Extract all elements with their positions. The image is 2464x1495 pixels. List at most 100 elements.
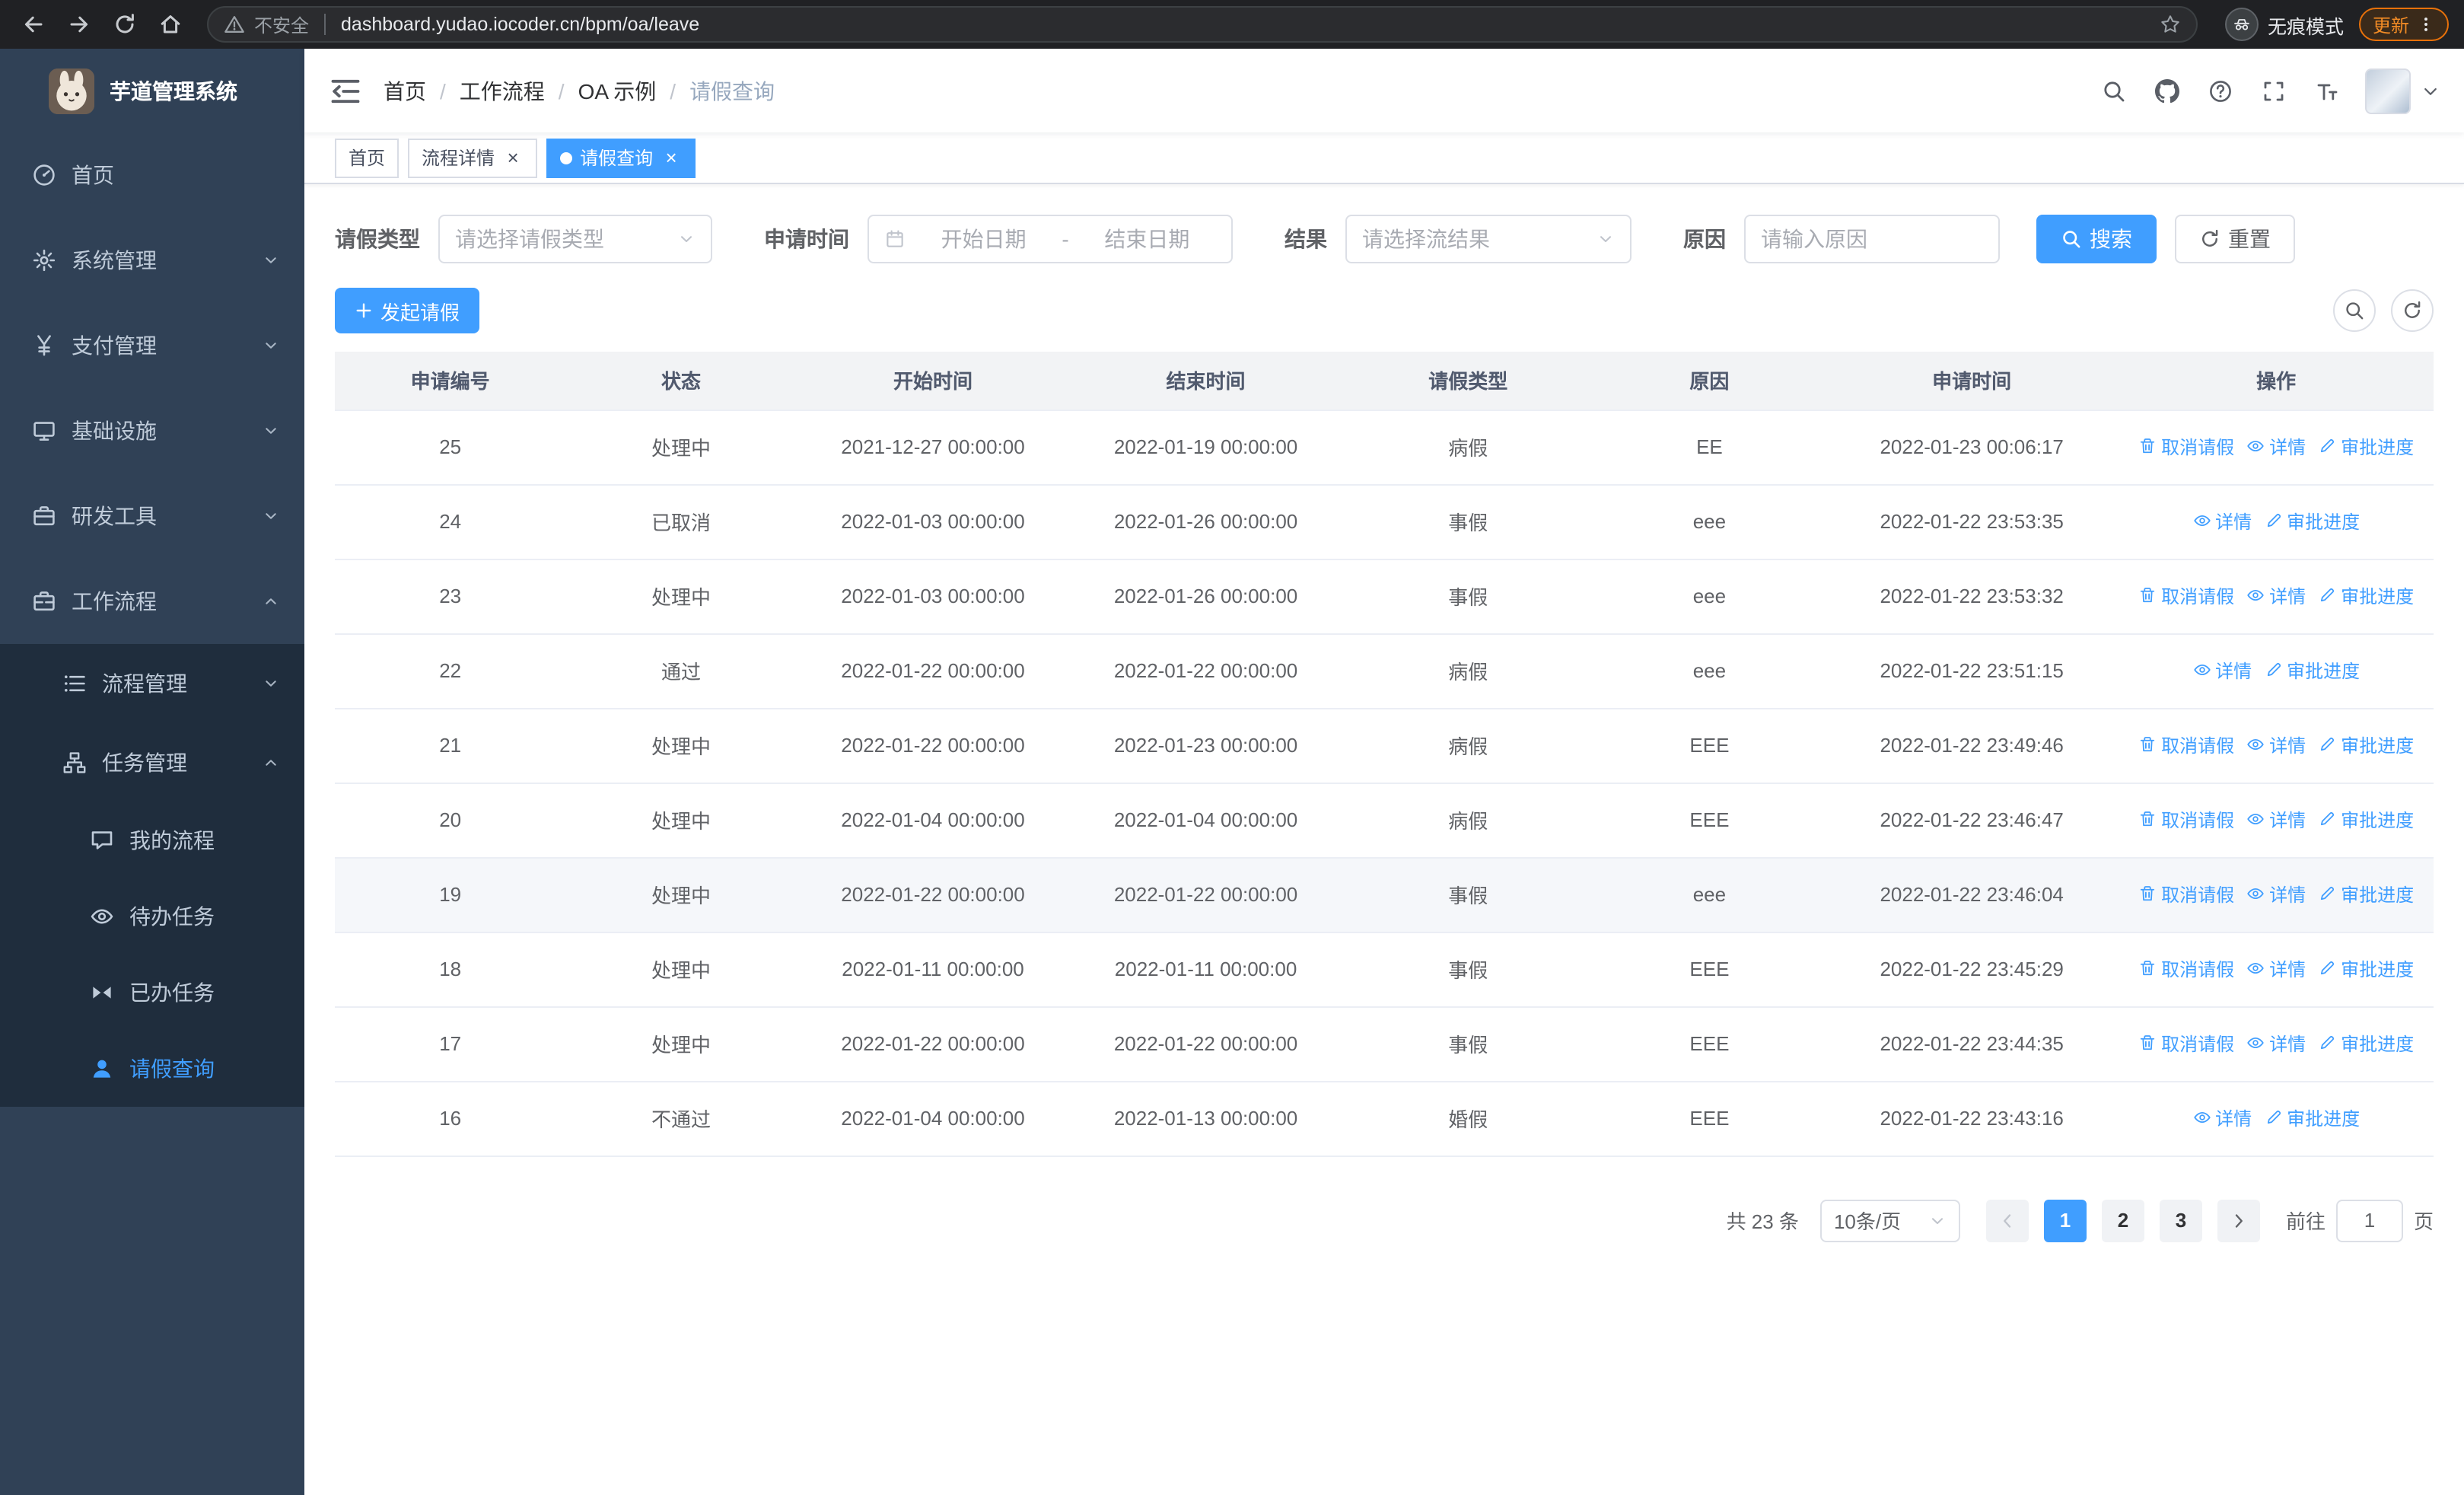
row-action-detail[interactable]: 详情 xyxy=(2192,508,2252,534)
page-button-1[interactable]: 1 xyxy=(2043,1199,2087,1242)
row-action-detail[interactable]: 详情 xyxy=(2192,1105,2252,1131)
bookmark-star-icon[interactable] xyxy=(2160,14,2181,35)
row-action-progress[interactable]: 审批进度 xyxy=(2318,807,2414,833)
search-button[interactable]: 搜索 xyxy=(2036,215,2157,263)
end-date-input[interactable]: 结束日期 xyxy=(1078,224,1216,254)
reset-button[interactable]: 重置 xyxy=(2175,215,2295,263)
row-action-detail[interactable]: 详情 xyxy=(2192,658,2252,684)
row-action-progress[interactable]: 审批进度 xyxy=(2318,881,2414,907)
row-action-detail[interactable]: 详情 xyxy=(2246,1031,2306,1057)
tab-leave-query[interactable]: 请假查询 × xyxy=(546,138,696,177)
help-icon[interactable] xyxy=(2205,76,2234,105)
row-action-detail[interactable]: 详情 xyxy=(2246,434,2306,460)
browser-home-button[interactable] xyxy=(149,3,192,46)
sidebar-item-process-management[interactable]: 流程管理 xyxy=(0,644,304,723)
cell-start-time: 2022-01-03 00:00:00 xyxy=(796,484,1070,559)
user-menu[interactable] xyxy=(2365,68,2440,113)
row-action-cancel[interactable]: 取消请假 xyxy=(2138,807,2234,833)
github-icon[interactable] xyxy=(2152,76,2181,105)
row-action-cancel[interactable]: 取消请假 xyxy=(2138,732,2234,758)
row-action-detail[interactable]: 详情 xyxy=(2246,807,2306,833)
table-row: 25 处理中 2021-12-27 00:00:00 2022-01-19 00… xyxy=(335,410,2434,485)
close-icon[interactable]: × xyxy=(502,147,524,168)
row-action-progress[interactable]: 审批进度 xyxy=(2318,434,2414,460)
sidebar-item-system[interactable]: 系统管理 xyxy=(0,218,304,303)
browser-reload-button[interactable] xyxy=(103,3,146,46)
page-size-select[interactable]: 10条/页 xyxy=(1819,1199,1960,1242)
toggle-search-button[interactable] xyxy=(2333,289,2376,332)
font-size-icon[interactable] xyxy=(2312,76,2341,105)
sidebar-item-todo-task[interactable]: 待办任务 xyxy=(0,878,304,955)
row-action-detail[interactable]: 详情 xyxy=(2246,583,2306,609)
row-action-detail[interactable]: 详情 xyxy=(2246,881,2306,907)
browser-forward-button[interactable] xyxy=(58,3,100,46)
leave-table: 申请编号 状态 开始时间 结束时间 请假类型 原因 申请时间 操作 25 处理中… xyxy=(335,352,2434,1156)
sidebar-item-my-process[interactable]: 我的流程 xyxy=(0,802,304,878)
row-action-cancel[interactable]: 取消请假 xyxy=(2138,956,2234,982)
row-action-progress[interactable]: 审批进度 xyxy=(2264,508,2360,534)
result-select[interactable]: 请选择流结果 xyxy=(1345,215,1632,263)
row-action-progress[interactable]: 审批进度 xyxy=(2264,658,2360,684)
chevron-down-icon xyxy=(262,507,280,525)
row-action-progress[interactable]: 审批进度 xyxy=(2318,1031,2414,1057)
close-icon[interactable]: × xyxy=(661,147,682,168)
page-button-2[interactable]: 2 xyxy=(2101,1199,2144,1242)
browser-window: 不安全 dashboard.yudao.iocoder.cn/bpm/oa/le… xyxy=(0,0,2464,1495)
tab-home[interactable]: 首页 xyxy=(335,138,400,177)
browser-menu-icon[interactable] xyxy=(2417,15,2435,33)
monitor-icon xyxy=(30,417,58,445)
sidebar-item-leave-query[interactable]: 请假查询 xyxy=(0,1031,304,1107)
sidebar-item-payment[interactable]: 支付管理 xyxy=(0,303,304,388)
row-action-cancel[interactable]: 取消请假 xyxy=(2138,881,2234,907)
sidebar-item-devtools[interactable]: 研发工具 xyxy=(0,473,304,559)
security-chip[interactable]: 不安全 xyxy=(254,11,309,37)
menu-fold-icon[interactable] xyxy=(329,74,362,107)
cell-actions: 取消请假 详情 审批进度 xyxy=(2119,857,2434,932)
create-leave-button[interactable]: 发起请假 xyxy=(335,288,480,333)
browser-back-button[interactable] xyxy=(12,3,55,46)
goto-page-input[interactable] xyxy=(2335,1199,2403,1242)
eye-icon xyxy=(2192,1109,2211,1127)
sidebar-item-label: 已办任务 xyxy=(129,980,215,1005)
row-action-progress[interactable]: 审批进度 xyxy=(2318,956,2414,982)
row-action-cancel[interactable]: 取消请假 xyxy=(2138,583,2234,609)
page-button-3[interactable]: 3 xyxy=(2159,1199,2202,1242)
row-action-cancel[interactable]: 取消请假 xyxy=(2138,434,2234,460)
sidebar-item-home[interactable]: 首页 xyxy=(0,132,304,218)
sidebar-item-done-task[interactable]: 已办任务 xyxy=(0,955,304,1031)
breadcrumb-item-current: 请假查询 xyxy=(689,78,775,103)
app-logo[interactable]: 芋道管理系统 xyxy=(0,49,304,132)
breadcrumb-item-oa[interactable]: OA 示例 xyxy=(578,75,657,106)
tab-process-detail[interactable]: 流程详情 × xyxy=(408,138,538,177)
sidebar-item-task-management[interactable]: 任务管理 xyxy=(0,723,304,802)
row-action-progress[interactable]: 审批进度 xyxy=(2318,583,2414,609)
row-action-detail[interactable]: 详情 xyxy=(2246,956,2306,982)
reason-input[interactable] xyxy=(1744,215,2000,263)
browser-update-button[interactable]: 更新 xyxy=(2358,8,2449,41)
row-action-cancel[interactable]: 取消请假 xyxy=(2138,1031,2234,1057)
leave-type-select[interactable]: 请选择请假类型 xyxy=(438,215,712,263)
cell-reason: EEE xyxy=(1593,932,1826,1007)
url-bar[interactable]: 不安全 dashboard.yudao.iocoder.cn/bpm/oa/le… xyxy=(207,6,2198,43)
row-action-progress[interactable]: 审批进度 xyxy=(2264,1105,2360,1131)
eye-icon xyxy=(2246,587,2265,605)
user-icon xyxy=(88,1055,116,1082)
breadcrumb-item-workflow[interactable]: 工作流程 xyxy=(460,75,545,106)
next-page-button[interactable] xyxy=(2217,1199,2260,1242)
breadcrumb-item-home[interactable]: 首页 xyxy=(384,75,426,106)
apply-time-range-picker[interactable]: 开始日期 - 结束日期 xyxy=(867,215,1233,263)
table-row: 22 通过 2022-01-22 00:00:00 2022-01-22 00:… xyxy=(335,633,2434,709)
refresh-table-button[interactable] xyxy=(2391,289,2434,332)
sidebar-item-label: 请假查询 xyxy=(129,1057,215,1081)
cell-leave-type: 病假 xyxy=(1342,410,1594,485)
row-action-progress[interactable]: 审批进度 xyxy=(2318,732,2414,758)
fullscreen-icon[interactable] xyxy=(2259,76,2287,105)
cell-apply-time: 2022-01-22 23:51:15 xyxy=(1825,633,2119,709)
search-icon[interactable] xyxy=(2099,76,2128,105)
start-date-input[interactable]: 开始日期 xyxy=(915,224,1052,254)
cell-reason: eee xyxy=(1593,559,1826,634)
sidebar-item-workflow[interactable]: 工作流程 xyxy=(0,559,304,644)
sidebar-item-infra[interactable]: 基础设施 xyxy=(0,388,304,473)
prev-page-button[interactable] xyxy=(1985,1199,2029,1242)
row-action-detail[interactable]: 详情 xyxy=(2246,732,2306,758)
